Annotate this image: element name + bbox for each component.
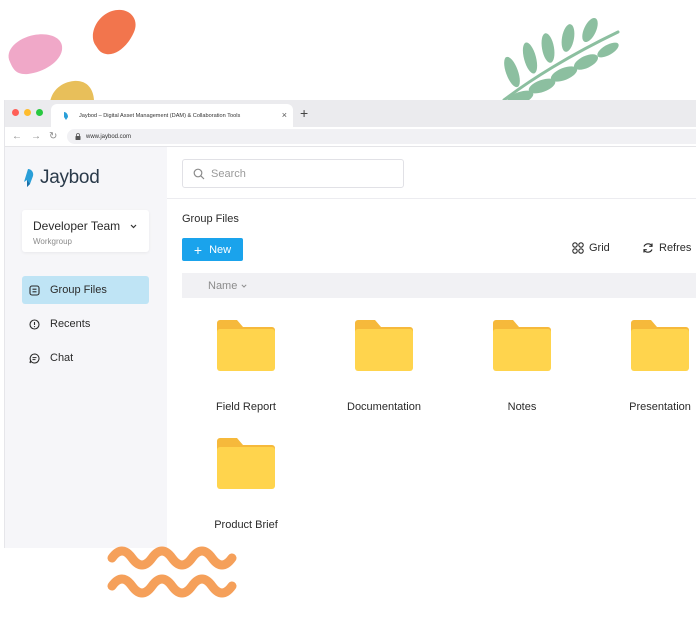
jaybod-bird-icon [24,169,34,187]
folder-item[interactable]: Product Brief [196,437,296,531]
browser-tab-title: Jaybod – Digital Asset Management (DAM) … [79,112,241,119]
close-tab-icon[interactable]: × [282,111,287,120]
sidebar-item-chat[interactable]: Chat [22,344,149,372]
refresh-icon [643,243,653,253]
url-field[interactable]: www.jaybod.com [67,129,696,144]
folder-name: Presentation [629,401,691,413]
folder-item[interactable]: Documentation [334,319,434,413]
reload-icon[interactable]: ↻ [49,130,57,144]
grid-icon [572,242,584,254]
new-button[interactable]: + New [182,238,243,261]
minimize-window-dot[interactable] [24,109,31,116]
folder-icon [217,320,275,371]
search-input[interactable] [211,167,391,180]
page-title: Group Files [182,213,239,225]
logo-text: Jaybod [40,167,100,188]
squiggle-decoration [107,546,237,598]
grid-view-button[interactable]: Grid [572,242,610,254]
folder-box-icon [29,284,40,296]
sort-chevron-down-icon [241,283,247,288]
workspace-selector[interactable]: Developer Team Workgroup [22,210,149,252]
search-icon [193,168,205,179]
name-column-header[interactable]: Name [182,273,696,298]
jaybod-favicon-icon [64,111,68,120]
folder-item[interactable]: Notes [472,319,572,413]
jaybod-logo[interactable]: Jaybod [22,167,100,189]
clock-icon [29,318,40,330]
forward-arrow-icon[interactable]: → [31,130,41,144]
sidebar: Jaybod Developer Team Workgroup Group Fi… [5,147,167,548]
name-column-label: Name [208,279,238,292]
folder-icon [217,438,275,489]
folder-name: Product Brief [214,519,278,531]
folder-item[interactable]: Presentation [610,319,696,413]
close-window-dot[interactable] [12,109,19,116]
pink-blob-decoration [8,34,63,75]
new-tab-button[interactable]: + [300,106,308,120]
app-container: Jaybod Developer Team Workgroup Group Fi… [5,147,696,548]
plus-icon: + [193,241,203,258]
leaf-branch-decoration [502,17,620,105]
folder-name: Notes [507,401,537,413]
chevron-down-icon [130,224,137,229]
folder-icon [493,320,551,371]
sidebar-item-recents[interactable]: Recents [22,310,149,338]
chat-icon [29,352,40,363]
search-box[interactable] [182,159,404,188]
address-bar: ← → ↻ www.jaybod.com [5,127,696,147]
grid-view-label: Grid [589,242,610,254]
yellow-blob-decoration [50,80,94,102]
sidebar-item-group-files[interactable]: Group Files [22,276,149,304]
top-bar [167,147,696,199]
url-text: www.jaybod.com [86,133,132,140]
folder-icon [631,320,689,371]
lock-icon [75,133,81,140]
back-arrow-icon[interactable]: ← [12,130,22,144]
sidebar-item-label: Recents [50,318,91,330]
sidebar-item-label: Group Files [50,284,107,296]
main-content: Group Files + New Grid [167,147,696,548]
maximize-window-dot[interactable] [36,109,43,116]
workspace-subtitle: Workgroup [33,237,72,246]
workspace-name: Developer Team [33,219,121,233]
sidebar-item-label: Chat [50,352,74,364]
refresh-button[interactable]: Refres [642,242,691,254]
orange-blob-decoration [92,9,136,55]
browser-tab-bar: Jaybod – Digital Asset Management (DAM) … [5,100,696,127]
browser-window: Jaybod – Digital Asset Management (DAM) … [4,100,696,548]
new-button-label: New [209,243,232,256]
folder-item[interactable]: Field Report [196,319,296,413]
refresh-label: Refres [659,242,692,254]
folder-icon [355,320,413,371]
folder-name: Field Report [216,401,276,413]
folder-name: Documentation [347,401,421,413]
browser-tab[interactable]: Jaybod – Digital Asset Management (DAM) … [51,104,293,127]
